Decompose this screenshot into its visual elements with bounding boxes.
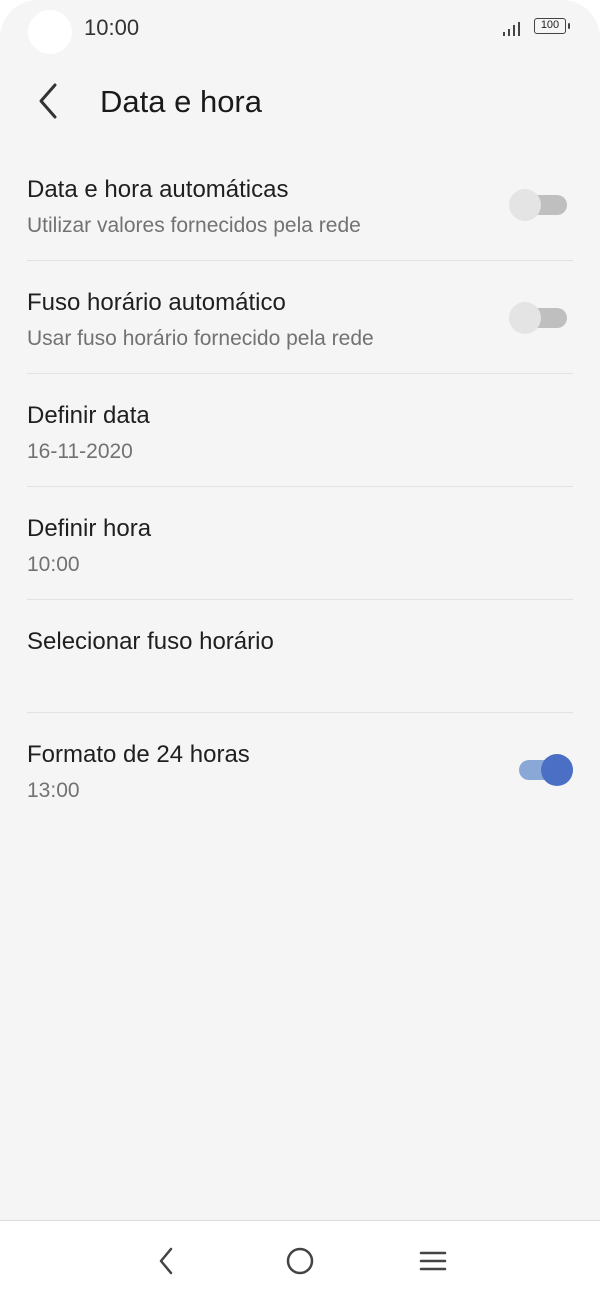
- setting-subtitle: 10:00: [27, 553, 80, 576]
- setting-title: Selecionar fuso horário: [27, 628, 274, 655]
- setting-select-timezone[interactable]: Selecionar fuso horário: [27, 600, 573, 713]
- toggle-thumb: [509, 189, 541, 221]
- setting-title: Definir data: [27, 402, 150, 429]
- front-camera-cutout: [28, 10, 72, 54]
- nav-home-button[interactable]: [280, 1241, 320, 1281]
- navigation-bar: [0, 1220, 600, 1301]
- setting-automatic-timezone[interactable]: Fuso horário automático Usar fuso horári…: [27, 261, 573, 374]
- setting-subtitle: Utilizar valores fornecidos pela rede: [27, 214, 361, 237]
- setting-title: Formato de 24 horas: [27, 741, 250, 768]
- 24-hour-format-toggle[interactable]: [509, 753, 573, 787]
- setting-title: Definir hora: [27, 515, 152, 542]
- menu-icon: [419, 1251, 447, 1271]
- setting-subtitle: 13:00: [27, 779, 80, 802]
- nav-back-button[interactable]: [146, 1241, 186, 1281]
- automatic-date-time-toggle[interactable]: [509, 188, 573, 222]
- back-button[interactable]: [28, 78, 68, 124]
- setting-set-time[interactable]: Definir hora 10:00: [27, 487, 573, 600]
- setting-title: Data e hora automáticas: [27, 176, 289, 203]
- setting-automatic-date-time[interactable]: Data e hora automáticas Utilizar valores…: [27, 148, 573, 261]
- setting-set-date[interactable]: Definir data 16-11-2020: [27, 374, 573, 487]
- status-bar: 10:00 100: [0, 0, 600, 56]
- setting-title: Fuso horário automático: [27, 289, 286, 316]
- battery-icon: 100: [534, 18, 570, 34]
- status-time: 10:00: [84, 15, 140, 40]
- setting-24-hour-format[interactable]: Formato de 24 horas 13:00: [27, 713, 573, 825]
- setting-subtitle: 16-11-2020: [27, 440, 133, 463]
- automatic-timezone-toggle[interactable]: [509, 301, 573, 335]
- page-title: Data e hora: [100, 84, 262, 119]
- settings-screen: 10:00 100 Data e hora Data e hora automá…: [0, 0, 600, 1220]
- signal-icon: [503, 22, 525, 36]
- back-arrow-icon: [39, 83, 57, 119]
- back-icon: [159, 1247, 173, 1275]
- setting-subtitle: Usar fuso horário fornecido pela rede: [27, 327, 374, 350]
- nav-recents-button[interactable]: [413, 1241, 453, 1281]
- toggle-thumb: [509, 302, 541, 334]
- app-header: Data e hora: [0, 64, 600, 140]
- home-icon: [286, 1247, 314, 1275]
- settings-list: Data e hora automáticas Utilizar valores…: [0, 148, 600, 825]
- toggle-thumb: [541, 754, 573, 786]
